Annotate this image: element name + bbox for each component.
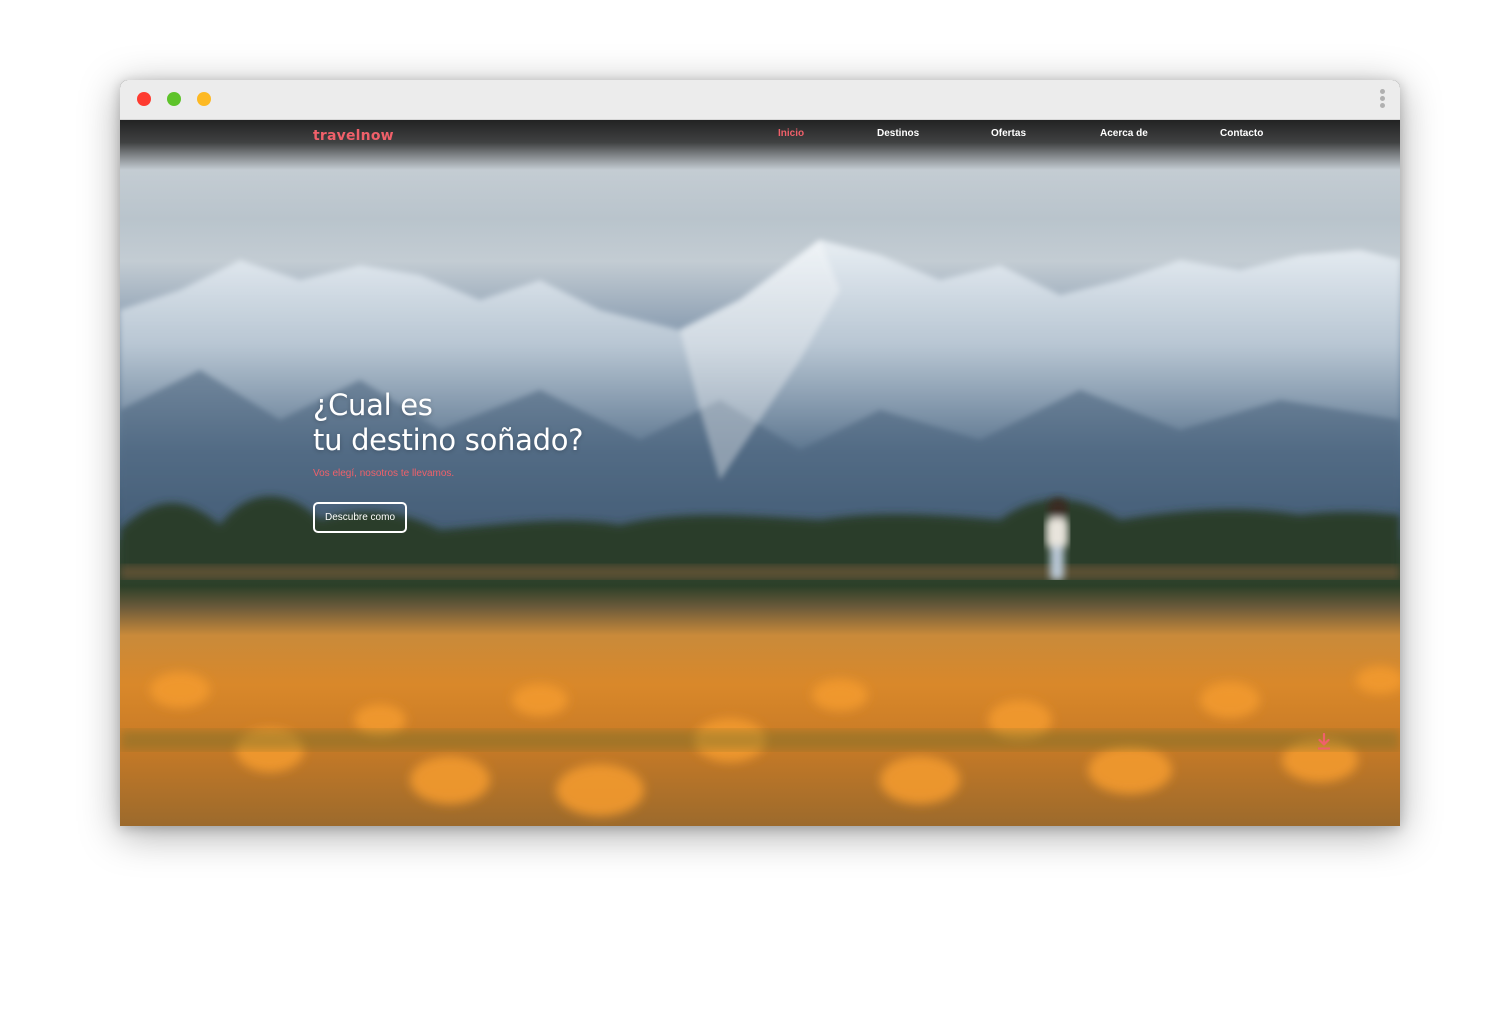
nav-item-contacto[interactable]: Contacto xyxy=(1220,128,1263,139)
nav-item-ofertas[interactable]: Ofertas xyxy=(991,128,1026,139)
close-window-button[interactable] xyxy=(137,92,151,106)
nav-item-destinos[interactable]: Destinos xyxy=(877,128,919,139)
zoom-window-button[interactable] xyxy=(197,92,211,106)
hero-title: ¿Cual es tu destino soñado? xyxy=(313,388,584,457)
navbar-background xyxy=(120,120,1400,170)
treeline-image xyxy=(120,496,1400,580)
nav-item-inicio[interactable]: Inicio xyxy=(778,128,804,139)
brand-logo[interactable]: travelnow xyxy=(313,128,394,144)
hero-subtitle: Vos elegí, nosotros te llevamos. xyxy=(313,468,455,479)
descubre-como-button[interactable]: Descubre como xyxy=(313,502,407,533)
minimize-window-button[interactable] xyxy=(167,92,181,106)
nav-item-acerca-de[interactable]: Acerca de xyxy=(1100,128,1148,139)
browser-window: travelnow Inicio Destinos Ofertas Acerca… xyxy=(120,80,1400,826)
download-arrow-icon[interactable] xyxy=(1316,733,1332,751)
kebab-menu-icon[interactable] xyxy=(1378,88,1386,112)
flower-field-image xyxy=(120,666,1400,816)
page-viewport: travelnow Inicio Destinos Ofertas Acerca… xyxy=(120,120,1400,826)
browser-titlebar xyxy=(120,80,1400,120)
